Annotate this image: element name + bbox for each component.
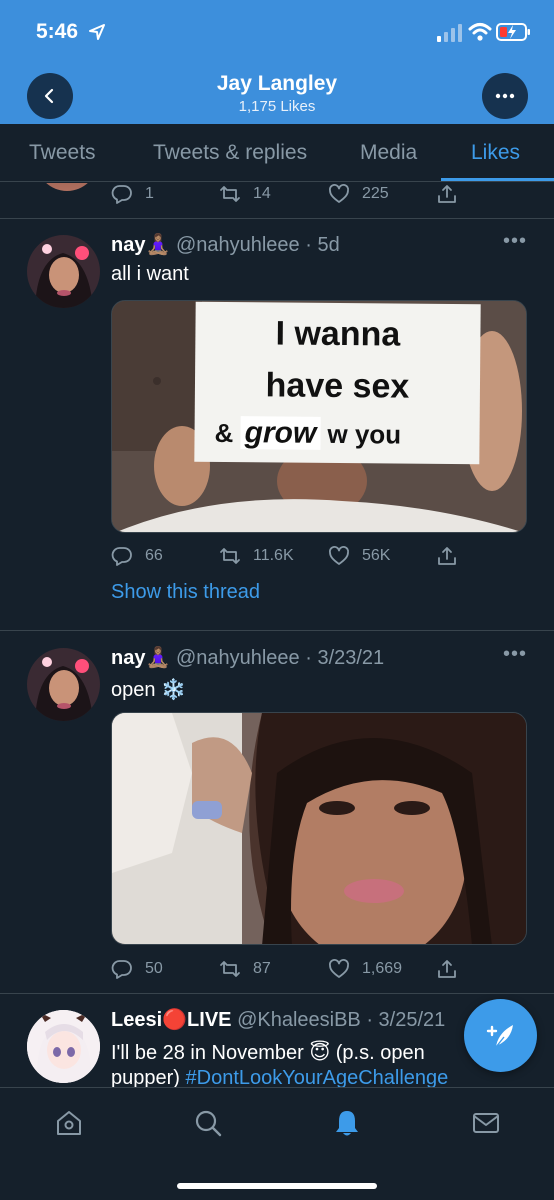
- share-icon: [438, 185, 456, 203]
- retweet-button[interactable]: 87: [219, 958, 271, 980]
- reply-count: 66: [145, 547, 163, 564]
- reply-button[interactable]: 1: [111, 183, 154, 205]
- tweet-author[interactable]: Leesi🔴LIVE @KhaleesiBB · 3/25/21: [111, 1007, 445, 1032]
- show-thread-link[interactable]: Show this thread: [111, 581, 260, 604]
- like-button[interactable]: 1,669: [328, 958, 402, 980]
- share-icon: [438, 547, 456, 565]
- status-bar: 5:46: [0, 0, 554, 62]
- profile-tabs: Tweets Tweets & replies Media Likes: [0, 124, 554, 182]
- like-count: 56K: [362, 547, 391, 564]
- sign-ampersand: &: [214, 417, 234, 449]
- reply-icon: [111, 960, 132, 979]
- sign-line: & grow w you: [214, 416, 401, 452]
- reply-count: 50: [145, 960, 163, 977]
- avatar-photo: [27, 1010, 100, 1083]
- search-icon[interactable]: [193, 1108, 223, 1138]
- location-arrow-icon: [89, 24, 105, 40]
- retweet-icon: [220, 186, 240, 202]
- tab-tweets[interactable]: Tweets: [29, 141, 96, 165]
- display-name: nay🧘🏽‍♀️: [111, 647, 171, 669]
- sign-word: w you: [327, 418, 402, 450]
- divider: [0, 993, 554, 994]
- share-icon: [438, 960, 456, 978]
- cellular-signal-icon: [437, 24, 462, 42]
- tweet-options-button[interactable]: •••: [503, 643, 527, 666]
- handle-and-time: @nahyuhleee · 3/23/21: [175, 647, 385, 669]
- share-button[interactable]: [436, 958, 458, 985]
- avatar[interactable]: [36, 183, 98, 191]
- reply-count: 1: [145, 185, 154, 202]
- avatar-photo: [27, 648, 100, 721]
- tweet-author[interactable]: nay🧘🏽‍♀️ @nahyuhleee · 3/23/21: [111, 645, 384, 670]
- share-button[interactable]: [436, 545, 458, 572]
- compose-feather-icon: [486, 1024, 513, 1047]
- more-options-button[interactable]: [482, 73, 528, 119]
- active-tab-indicator: [441, 178, 554, 181]
- display-name: nay🧘🏽‍♀️: [111, 234, 171, 256]
- retweet-icon: [220, 961, 240, 977]
- status-time: 5:46: [36, 20, 79, 43]
- tab-media[interactable]: Media: [360, 141, 417, 165]
- tab-tweets-and-replies[interactable]: Tweets & replies: [153, 141, 307, 165]
- reply-button[interactable]: 66: [111, 545, 163, 567]
- avatar[interactable]: [27, 648, 100, 721]
- tweet-feed[interactable]: 1 14 225 nay🧘🏽‍♀️ @nahyuhleee · 5d ••• a…: [0, 183, 554, 1087]
- reply-button[interactable]: 50: [111, 958, 163, 980]
- divider: [0, 630, 554, 631]
- heart-icon: [329, 546, 349, 565]
- like-button[interactable]: 225: [328, 183, 389, 205]
- tweet-text: I'll be 28 in November 😇 (p.s. open: [111, 1042, 425, 1064]
- profile-header: 5:46 Jay Langley 1,175 Likes: [0, 0, 554, 124]
- tweet-text-prefix: pupper): [111, 1067, 186, 1087]
- reply-icon: [111, 547, 132, 566]
- retweet-count: 87: [253, 960, 271, 977]
- wifi-icon: [468, 23, 492, 41]
- retweet-count: 14: [253, 185, 271, 202]
- heart-icon: [329, 959, 349, 978]
- tweet-image[interactable]: I wanna have sex & grow w you: [111, 300, 527, 533]
- avatar[interactable]: [27, 235, 100, 308]
- selfie-photo: [112, 713, 526, 944]
- sign-word: grow: [240, 416, 321, 450]
- tweet-author[interactable]: nay🧘🏽‍♀️ @nahyuhleee · 5d: [111, 232, 340, 257]
- avatar-photo: [27, 235, 100, 308]
- divider: [0, 218, 554, 219]
- retweet-button[interactable]: 14: [219, 183, 271, 205]
- tweet-text-line-2: pupper) #DontLookYourAgeChallenge: [111, 1067, 448, 1087]
- retweet-count: 11.6K: [253, 547, 294, 564]
- retweet-button[interactable]: 11.6K: [219, 545, 294, 567]
- home-icon[interactable]: [54, 1108, 84, 1138]
- battery-charging-icon: [496, 23, 530, 41]
- retweet-icon: [220, 548, 240, 564]
- display-name: Leesi🔴LIVE: [111, 1009, 232, 1031]
- home-indicator: [177, 1183, 377, 1189]
- reply-icon: [111, 185, 132, 204]
- handle-and-time: @KhaleesiBB · 3/25/21: [237, 1009, 446, 1031]
- heart-icon: [329, 184, 349, 203]
- compose-tweet-button[interactable]: [464, 999, 537, 1072]
- tweet-options-button[interactable]: •••: [503, 230, 527, 253]
- sign-line: I wanna: [275, 314, 401, 354]
- tweet-text: open ❄️: [111, 679, 186, 701]
- avatar[interactable]: [27, 1010, 100, 1083]
- hashtag-link[interactable]: #DontLookYourAgeChallenge: [186, 1067, 449, 1087]
- likes-count: 1,175 Likes: [238, 98, 316, 115]
- more-icon: [495, 93, 515, 99]
- profile-name: Jay Langley: [216, 72, 338, 95]
- handle-and-time: @nahyuhleee · 5d: [175, 234, 340, 256]
- like-count: 1,669: [362, 960, 403, 977]
- mail-icon[interactable]: [471, 1108, 501, 1138]
- like-count: 225: [362, 185, 389, 202]
- share-button[interactable]: [436, 183, 458, 210]
- tweet-text: all i want: [111, 263, 189, 285]
- bell-icon[interactable]: [332, 1108, 362, 1138]
- tweet-image[interactable]: [111, 712, 527, 945]
- tab-likes[interactable]: Likes: [471, 141, 520, 165]
- sign: I wanna have sex & grow w you: [194, 301, 481, 465]
- sign-line: have sex: [265, 366, 410, 406]
- like-button[interactable]: 56K: [328, 545, 390, 567]
